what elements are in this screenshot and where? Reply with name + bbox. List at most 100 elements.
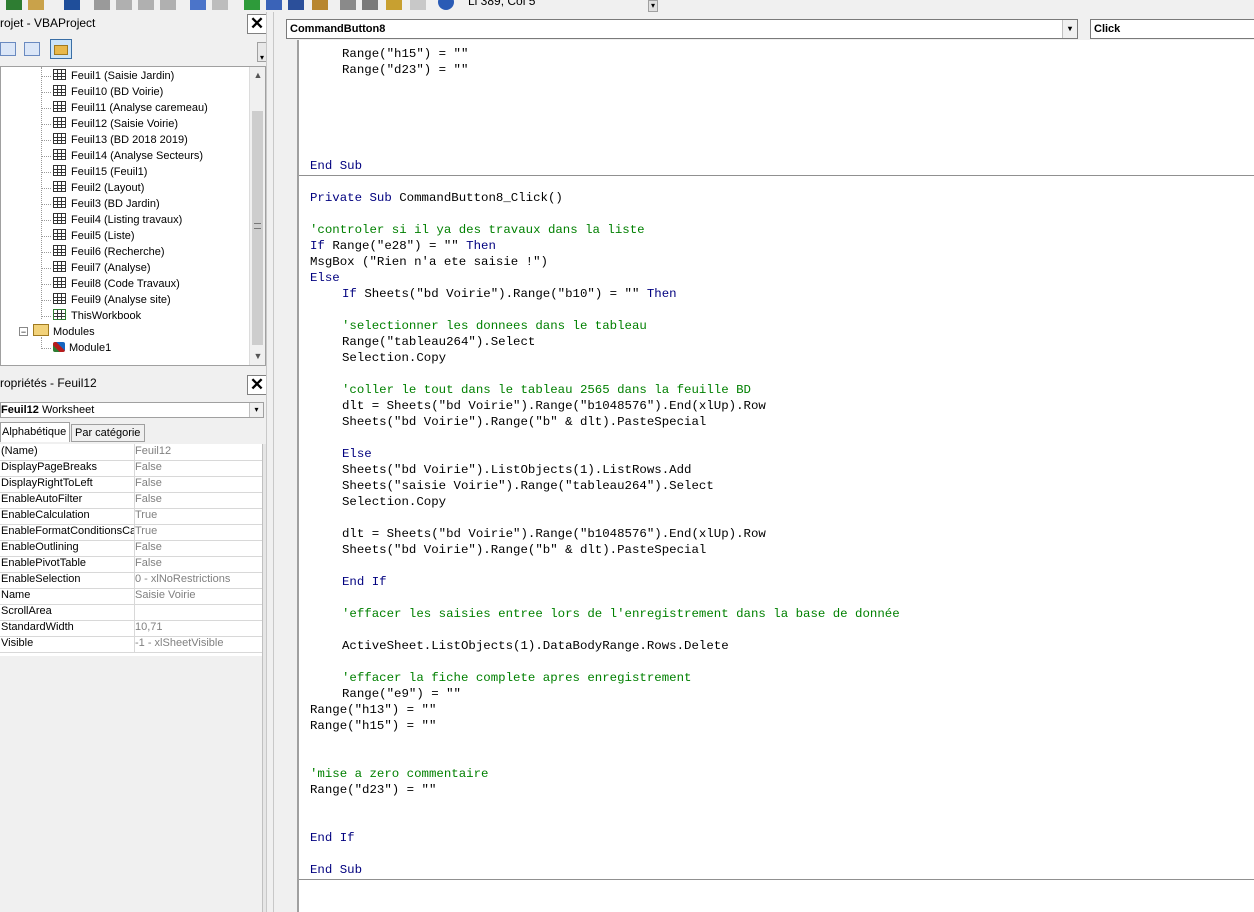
scroll-up-icon[interactable]: ▲ xyxy=(251,68,265,82)
property-value[interactable]: False xyxy=(135,540,262,556)
property-value[interactable]: 0 - xlNoRestrictions xyxy=(135,572,262,588)
property-row[interactable]: EnableCalculation True xyxy=(0,508,262,525)
code-line[interactable]: Selection.Copy xyxy=(342,494,446,510)
collapse-icon[interactable]: − xyxy=(19,327,28,337)
tree-item[interactable]: Feuil11 (Analyse caremeau) xyxy=(53,100,208,116)
chevron-down-icon[interactable]: ▾ xyxy=(249,403,263,417)
property-row[interactable]: EnableSelection 0 - xlNoRestrictions xyxy=(0,572,262,589)
code-line[interactable]: Sheets("saisie Voirie").Range("tableau26… xyxy=(342,478,714,494)
code-line[interactable]: 'controler si il ya des travaux dans la … xyxy=(310,222,645,238)
properties-close-button[interactable]: ✕ xyxy=(247,375,267,395)
properties-window-icon[interactable] xyxy=(362,0,378,10)
code-line[interactable]: dlt = Sheets("bd Voirie").Range("b104857… xyxy=(342,398,766,414)
code-line[interactable]: Range("h13") = "" xyxy=(310,702,436,718)
property-row[interactable]: (Name) Feuil12 xyxy=(0,444,262,461)
panel-splitter[interactable] xyxy=(266,12,274,912)
help-icon[interactable] xyxy=(438,0,454,10)
tree-item[interactable]: Modules xyxy=(33,324,95,340)
code-line[interactable]: Sheets("bd Voirie").ListObjects(1).ListR… xyxy=(342,462,691,478)
toggle-folders-button[interactable] xyxy=(50,39,72,59)
tree-item[interactable]: Feuil12 (Saisie Voirie) xyxy=(53,116,178,132)
property-value[interactable] xyxy=(135,604,262,620)
code-line[interactable]: End If xyxy=(342,574,387,590)
property-row[interactable]: Name Saisie Voirie xyxy=(0,588,262,605)
code-line[interactable]: Sheets("bd Voirie").Range("b" & dlt).Pas… xyxy=(342,414,706,430)
property-value[interactable]: True xyxy=(135,524,262,540)
property-value[interactable]: False xyxy=(135,556,262,572)
cut-icon[interactable] xyxy=(94,0,110,10)
property-row[interactable]: Visible -1 - xlSheetVisible xyxy=(0,636,262,653)
tree-item[interactable]: Feuil13 (BD 2018 2019) xyxy=(53,132,188,148)
tree-item[interactable]: Feuil1 (Saisie Jardin) xyxy=(53,68,174,84)
property-value[interactable]: Feuil12 xyxy=(135,444,262,460)
code-line[interactable]: Range("d23") = "" xyxy=(342,62,468,78)
save-icon[interactable] xyxy=(64,0,80,10)
property-value[interactable]: False xyxy=(135,476,262,492)
tree-item[interactable]: Feuil15 (Feuil1) xyxy=(53,164,147,180)
run-icon[interactable] xyxy=(244,0,260,10)
tree-scrollbar[interactable]: ▲ ▼ xyxy=(249,67,265,365)
tree-item[interactable]: ThisWorkbook xyxy=(53,308,141,324)
design-mode-icon[interactable] xyxy=(312,0,328,10)
property-value[interactable]: True xyxy=(135,508,262,524)
code-line[interactable]: 'selectionner les donnees dans le tablea… xyxy=(342,318,647,334)
object-browser-icon[interactable] xyxy=(386,0,402,10)
tree-item[interactable]: Feuil9 (Analyse site) xyxy=(53,292,171,308)
code-line[interactable]: End Sub xyxy=(310,158,362,174)
reset-icon[interactable] xyxy=(288,0,304,10)
tree-item[interactable]: Feuil10 (BD Voirie) xyxy=(53,84,163,100)
property-row[interactable]: EnableOutlining False xyxy=(0,540,262,557)
project-close-button[interactable]: ✕ xyxy=(247,14,267,34)
code-line[interactable]: Range("d23") = "" xyxy=(310,782,436,798)
property-row[interactable]: DisplayRightToLeft False xyxy=(0,476,262,493)
excel-icon[interactable] xyxy=(6,0,22,10)
tree-item[interactable]: Feuil3 (BD Jardin) xyxy=(53,196,160,212)
property-row[interactable]: ScrollArea xyxy=(0,604,262,621)
project-explorer-icon[interactable] xyxy=(340,0,356,10)
code-line[interactable]: Range("h15") = "" xyxy=(310,718,436,734)
property-value[interactable]: Saisie Voirie xyxy=(135,588,262,604)
code-line[interactable]: If Range("e28") = "" Then xyxy=(310,238,496,254)
tab-par-categorie[interactable]: Par catégorie xyxy=(71,424,145,442)
code-line[interactable]: End If xyxy=(310,830,355,846)
code-line[interactable]: Range("e9") = "" xyxy=(342,686,461,702)
code-editor[interactable]: Range("h15") = "" Range("d23") = "" End Su… xyxy=(298,40,1254,912)
property-value[interactable]: False xyxy=(135,492,262,508)
toolbar-overflow-button[interactable]: ▾ xyxy=(648,0,658,12)
code-line[interactable]: ActiveSheet.ListObjects(1).DataBodyRange… xyxy=(342,638,729,654)
code-line[interactable]: Range("tableau264").Select xyxy=(342,334,535,350)
procedure-combo[interactable]: Click xyxy=(1090,19,1254,39)
property-row[interactable]: StandardWidth 10,71 xyxy=(0,620,262,637)
code-line[interactable]: dlt = Sheets("bd Voirie").Range("b104857… xyxy=(342,526,766,542)
toolbox-icon[interactable] xyxy=(410,0,426,10)
code-line[interactable]: 'coller le tout dans le tableau 2565 dan… xyxy=(342,382,751,398)
code-line[interactable]: End Sub xyxy=(310,862,362,878)
scroll-thumb[interactable] xyxy=(252,111,263,345)
chevron-down-icon[interactable]: ▾ xyxy=(1062,20,1077,38)
find-icon[interactable] xyxy=(160,0,176,10)
property-row[interactable]: DisplayPageBreaks False xyxy=(0,460,262,477)
tree-item[interactable]: Feuil6 (Recherche) xyxy=(53,244,165,260)
copy-icon[interactable] xyxy=(116,0,132,10)
insert-userform-icon[interactable] xyxy=(28,0,44,10)
object-selector[interactable]: Feuil12 Worksheet ▾ xyxy=(0,402,264,418)
break-icon[interactable] xyxy=(266,0,282,10)
code-line[interactable]: Range("h15") = "" xyxy=(342,46,468,62)
tree-item[interactable]: Module1 xyxy=(53,340,111,356)
code-line[interactable]: MsgBox ("Rien n'a ete saisie !") xyxy=(310,254,548,270)
property-row[interactable]: EnableAutoFilter False xyxy=(0,492,262,509)
code-line[interactable]: 'effacer la fiche complete apres enregis… xyxy=(342,670,691,686)
undo-icon[interactable] xyxy=(190,0,206,10)
tree-item[interactable]: Feuil7 (Analyse) xyxy=(53,260,150,276)
paste-icon[interactable] xyxy=(138,0,154,10)
code-line[interactable]: 'effacer les saisies entree lors de l'en… xyxy=(342,606,900,622)
view-code-icon[interactable] xyxy=(0,42,16,56)
code-line[interactable]: Sheets("bd Voirie").Range("b" & dlt).Pas… xyxy=(342,542,706,558)
scroll-down-icon[interactable]: ▼ xyxy=(251,349,265,363)
property-row[interactable]: EnablePivotTable False xyxy=(0,556,262,573)
tab-alphabetique[interactable]: Alphabétique xyxy=(0,422,70,442)
property-value[interactable]: -1 - xlSheetVisible xyxy=(135,636,262,652)
tree-item[interactable]: Feuil4 (Listing travaux) xyxy=(53,212,182,228)
code-margin[interactable] xyxy=(274,40,298,912)
code-line[interactable]: Else xyxy=(342,446,372,462)
